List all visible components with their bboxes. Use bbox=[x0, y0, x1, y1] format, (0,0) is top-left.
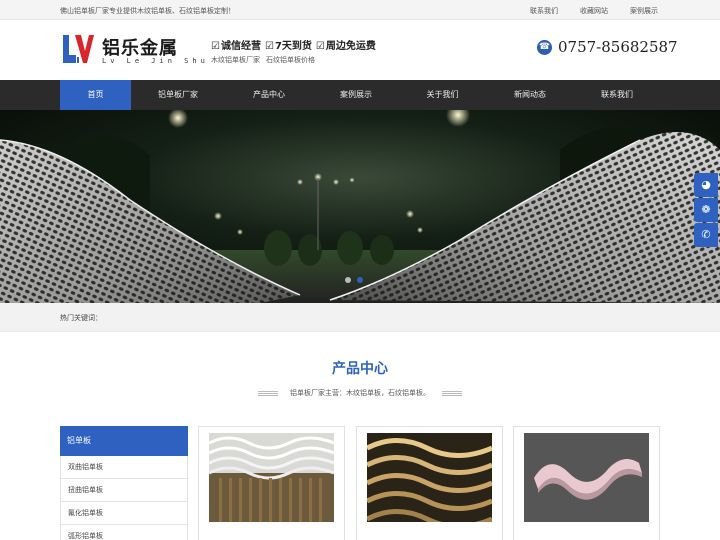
header-keyword[interactable]: 石纹铝单板价格 bbox=[266, 55, 315, 65]
section-subtitle-text: 铝单板厂家主营：木纹铝单板，石纹铝单板。 bbox=[290, 389, 430, 397]
divider-decoration bbox=[258, 390, 278, 396]
slogan-item: 诚信经营 bbox=[211, 37, 261, 52]
nav-news[interactable]: 新闻动态 bbox=[490, 80, 570, 110]
main-nav: 首页 铝单板厂家 产品中心 案例展示 关于我们 新闻动态 联系我们 bbox=[0, 80, 720, 110]
logo-icon[interactable] bbox=[62, 33, 94, 65]
floating-contact-bar: ◕ ❁ ✆ bbox=[694, 173, 718, 248]
divider-decoration bbox=[442, 390, 462, 396]
slogans: 诚信经营 7天到货 周边免运费 bbox=[211, 37, 376, 52]
nav-products[interactable]: 产品中心 bbox=[228, 80, 310, 110]
header-keywords: 木纹铝单板厂家 石纹铝单板价格 bbox=[211, 55, 315, 65]
top-links: 联系我们 收藏网站 案例展示 bbox=[508, 6, 658, 16]
qq-icon[interactable]: ◕ bbox=[694, 173, 718, 197]
slogan-item: 周边免运费 bbox=[316, 37, 376, 52]
product-card[interactable] bbox=[356, 426, 503, 540]
category-item[interactable]: 双曲铝单板 bbox=[60, 456, 188, 479]
slide-dot bbox=[357, 277, 363, 283]
section-subtitle: 铝单板厂家主营：木纹铝单板，石纹铝单板。 bbox=[0, 388, 720, 398]
product-card[interactable] bbox=[198, 426, 345, 540]
top-bar: 佛山铝单板厂家专业提供木纹铝单板、石纹铝单板定制！ 联系我们 收藏网站 案例展示 bbox=[0, 0, 720, 20]
product-card[interactable] bbox=[513, 426, 660, 540]
nav-about[interactable]: 关于我们 bbox=[405, 80, 480, 110]
product-image bbox=[524, 433, 649, 522]
product-image bbox=[367, 433, 492, 522]
top-link-contact[interactable]: 联系我们 bbox=[530, 6, 558, 16]
category-sidebar-head[interactable]: 铝单板 bbox=[60, 426, 188, 456]
header-keyword[interactable]: 木纹铝单板厂家 bbox=[211, 55, 260, 65]
hot-keywords-bar: 热门关键词： bbox=[0, 303, 720, 332]
banner-image bbox=[0, 110, 720, 303]
hot-keywords-label: 热门关键词： bbox=[60, 314, 102, 322]
site-intro: 佛山铝单板厂家专业提供木纹铝单板、石纹铝单板定制！ bbox=[60, 7, 235, 15]
phone-icon: ☎ bbox=[537, 40, 552, 55]
top-link-bookmark[interactable]: 收藏网站 bbox=[580, 6, 608, 16]
slide-dot bbox=[345, 277, 351, 283]
product-image bbox=[209, 433, 334, 522]
slogan-item: 7天到货 bbox=[265, 37, 312, 52]
category-sidebar: 铝单板 双曲铝单板 扭曲铝单板 氟化铝单板 弧形铝单板 bbox=[60, 426, 188, 540]
category-item[interactable]: 扭曲铝单板 bbox=[60, 479, 188, 502]
nav-home[interactable]: 首页 bbox=[60, 80, 131, 110]
nav-contact[interactable]: 联系我们 bbox=[578, 80, 656, 110]
top-link-cases[interactable]: 案例展示 bbox=[630, 6, 658, 16]
header: 铝乐金属 Lv Le Jin Shu 诚信经营 7天到货 周边免运费 木纹铝单板… bbox=[0, 21, 720, 80]
wechat-icon[interactable]: ❁ bbox=[694, 198, 718, 222]
nav-factory[interactable]: 铝单板厂家 bbox=[142, 80, 214, 110]
category-item[interactable]: 弧形铝单板 bbox=[60, 525, 188, 540]
hero-banner[interactable] bbox=[0, 110, 720, 303]
section-title: 产品中心 bbox=[332, 361, 388, 377]
nav-cases[interactable]: 案例展示 bbox=[317, 80, 395, 110]
phone-icon[interactable]: ✆ bbox=[694, 223, 718, 247]
logo-pinyin: Lv Le Jin Shu bbox=[102, 57, 209, 65]
hotline-number: 0757-85682587 bbox=[558, 38, 678, 56]
category-item[interactable]: 氟化铝单板 bbox=[60, 502, 188, 525]
